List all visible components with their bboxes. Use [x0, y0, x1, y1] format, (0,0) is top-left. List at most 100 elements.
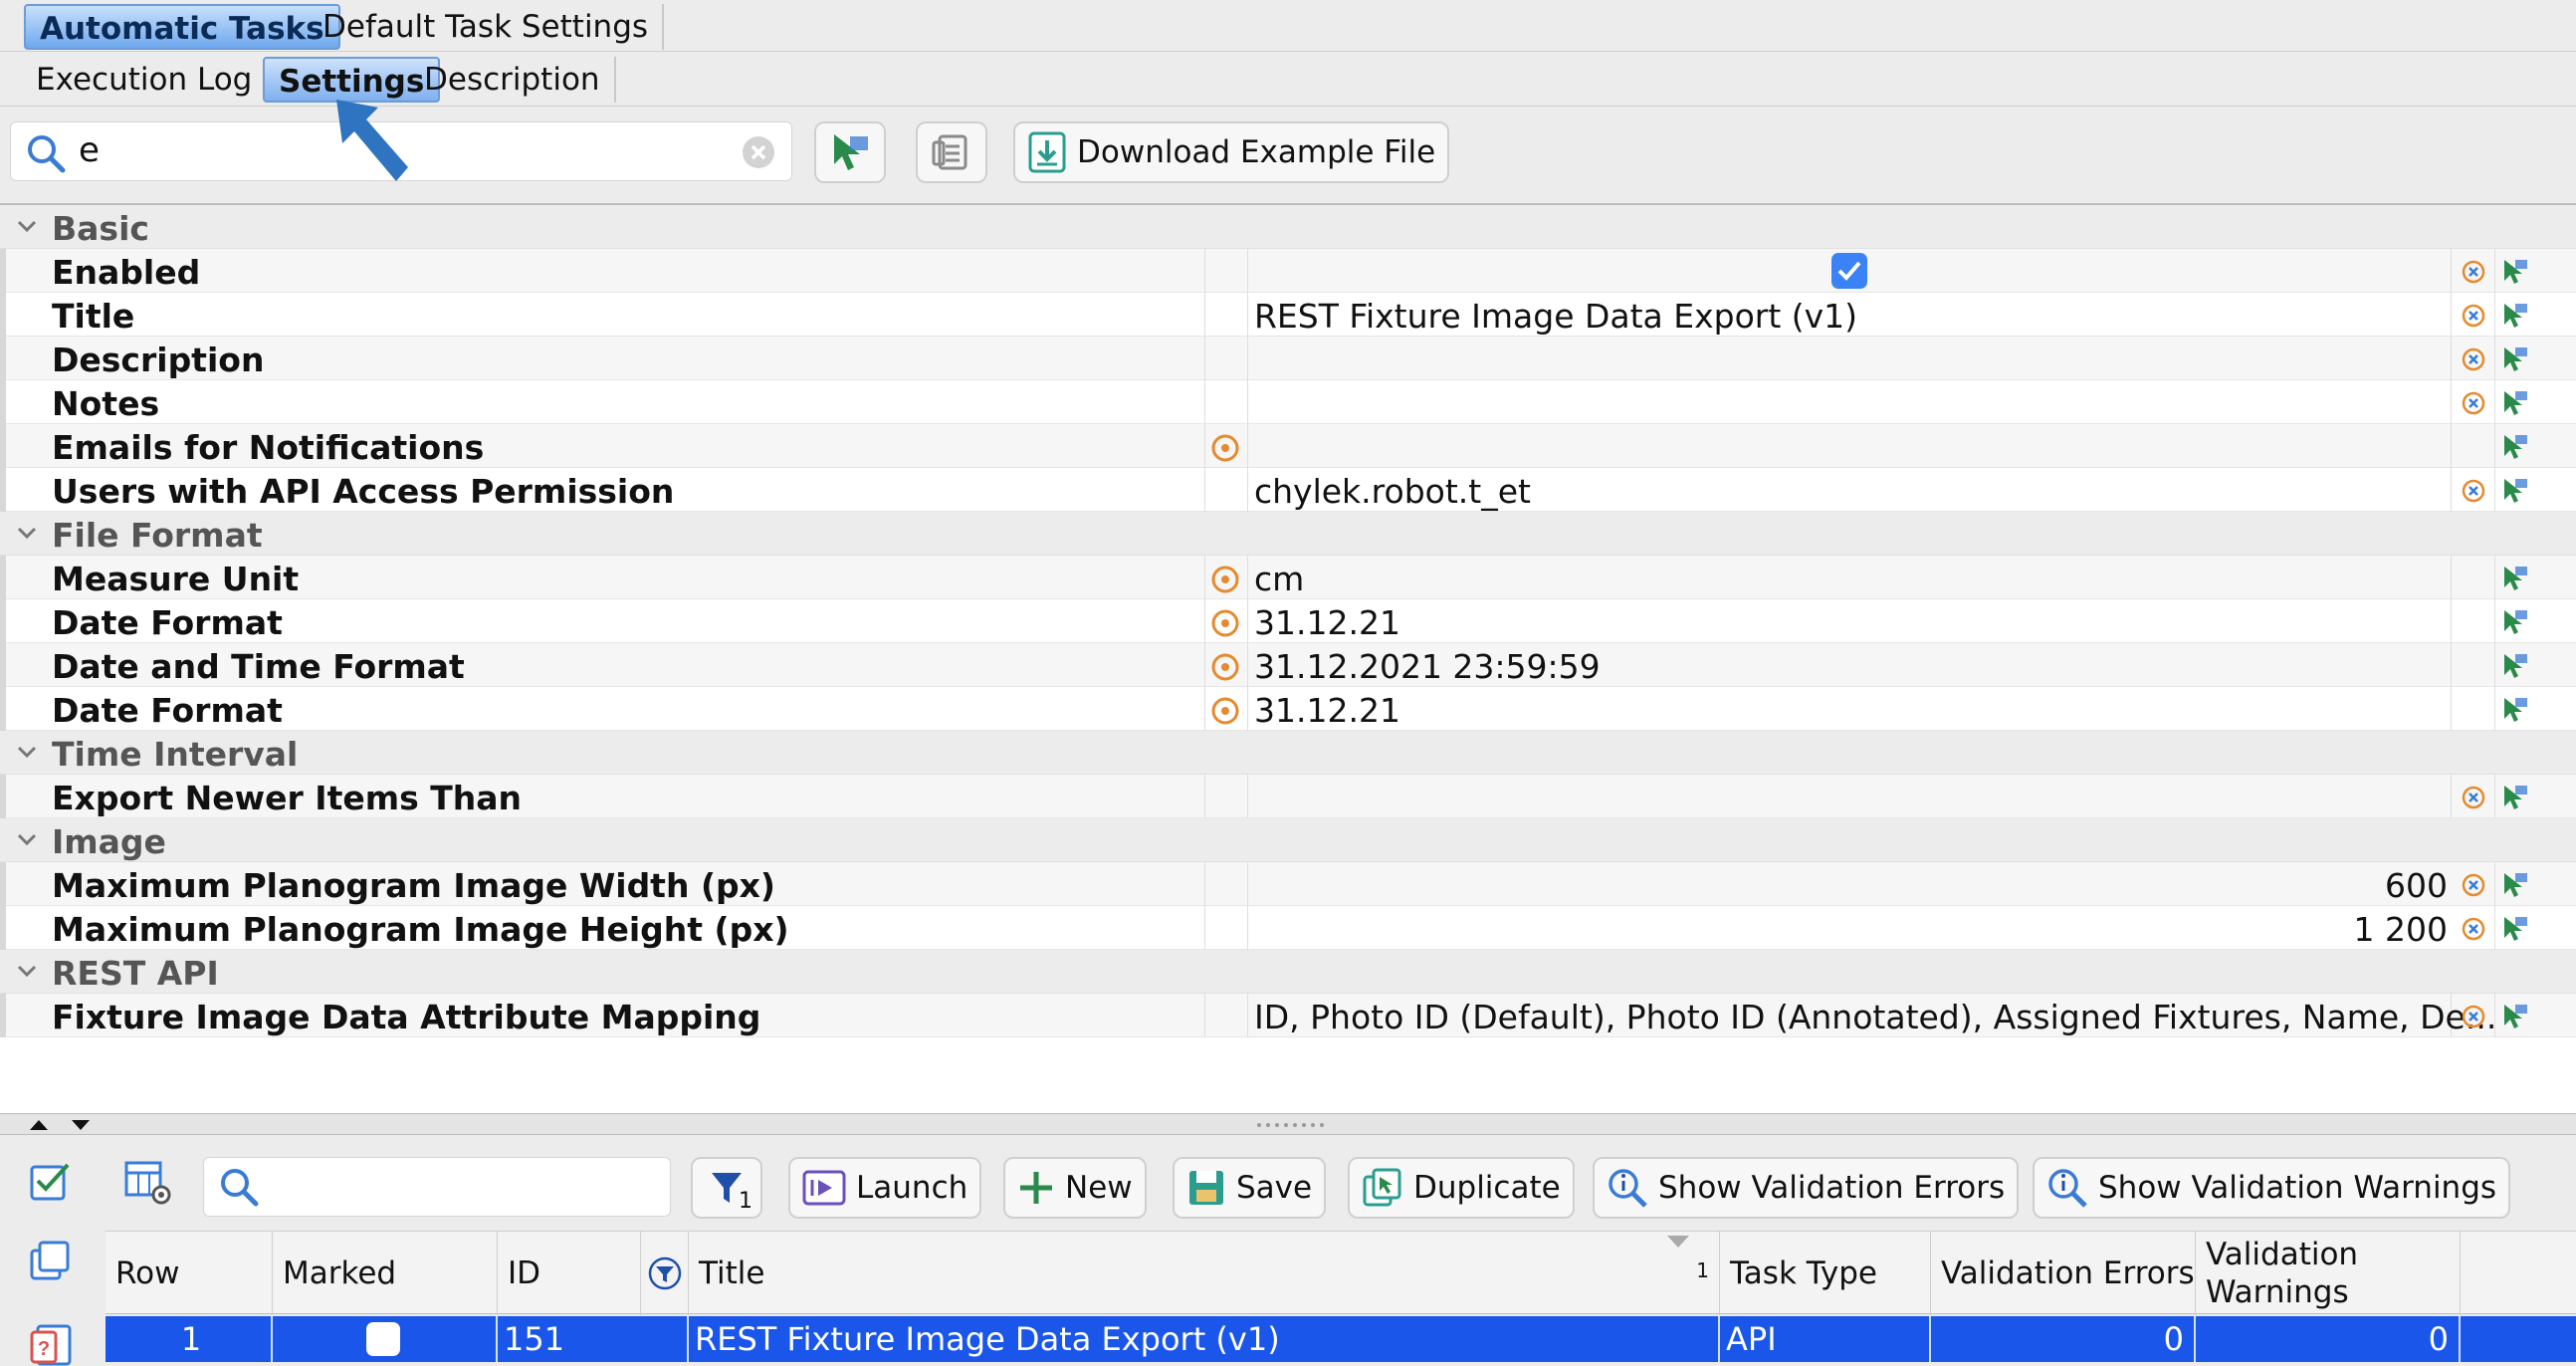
inherited-default-icon[interactable] — [1210, 652, 1240, 682]
property-value[interactable]: 600 — [2385, 866, 2448, 905]
property-row-description[interactable]: Description — [0, 337, 2576, 380]
cursor-flag-icon[interactable] — [2500, 651, 2530, 681]
column-header-row[interactable]: Row — [106, 1232, 273, 1315]
property-row-users-api[interactable]: Users with API Access Permission chylek.… — [0, 468, 2576, 512]
cursor-flag-icon[interactable] — [2500, 783, 2530, 812]
cell-marked[interactable] — [273, 1316, 498, 1362]
cursor-flag-icon[interactable] — [2500, 564, 2530, 593]
new-button[interactable]: New — [1003, 1157, 1147, 1219]
marked-checkbox[interactable] — [366, 1322, 400, 1356]
expand-up-icon[interactable] — [28, 1118, 50, 1132]
search-input[interactable]: e — [79, 130, 100, 170]
reset-value-icon[interactable] — [2461, 785, 2486, 810]
inherited-default-icon[interactable] — [1210, 696, 1240, 726]
reset-value-icon[interactable] — [2461, 303, 2486, 329]
drag-handle-icon[interactable] — [1256, 1122, 1328, 1128]
property-row-export-newer[interactable]: Export Newer Items Than — [0, 775, 2576, 818]
property-value[interactable]: chylek.robot.t_et — [1254, 472, 1531, 511]
save-button[interactable]: Save — [1173, 1157, 1327, 1219]
select-cursor-button[interactable] — [814, 121, 886, 183]
document-list-button[interactable] — [916, 121, 987, 183]
tab-automatic-tasks[interactable]: Automatic Tasks — [24, 4, 340, 50]
launch-button[interactable]: Launch — [788, 1157, 982, 1219]
panel-splitter[interactable] — [0, 1113, 2576, 1135]
property-value[interactable]: cm — [1254, 560, 1304, 598]
download-icon — [1027, 130, 1067, 174]
cursor-flag-icon[interactable] — [2500, 388, 2530, 418]
reset-value-icon[interactable] — [2461, 478, 2486, 504]
group-image[interactable]: Image — [0, 818, 2576, 862]
expand-down-icon[interactable] — [70, 1118, 92, 1132]
task-search-field[interactable] — [203, 1157, 671, 1217]
property-row-max-height[interactable]: Maximum Planogram Image Height (px) 1 20… — [0, 906, 2576, 950]
inherited-default-icon[interactable] — [1210, 433, 1240, 463]
column-filter-button[interactable] — [641, 1232, 689, 1315]
property-row-measure-unit[interactable]: Measure Unit cm — [0, 556, 2576, 599]
reset-value-icon[interactable] — [2461, 346, 2486, 372]
tab-default-task-settings[interactable]: Default Task Settings — [309, 4, 665, 50]
task-table-header: Row Marked ID Title 1 Task Type Validati… — [106, 1231, 2576, 1315]
column-header-validation-errors[interactable]: Validation Errors — [1931, 1232, 2196, 1315]
enabled-checkbox[interactable] — [1831, 253, 1867, 289]
chevron-down-icon[interactable] — [16, 828, 38, 850]
property-row-date-format[interactable]: Date Format 31.12.21 — [0, 599, 2576, 643]
property-row-title[interactable]: Title REST Fixture Image Data Export (v1… — [0, 293, 2576, 337]
cursor-flag-icon[interactable] — [2500, 870, 2530, 900]
property-row-max-width[interactable]: Maximum Planogram Image Width (px) 600 — [0, 862, 2576, 906]
property-value[interactable]: ID, Photo ID (Default), Photo ID (Annota… — [1254, 998, 2496, 1036]
inherited-default-icon[interactable] — [1210, 608, 1240, 638]
help-icon[interactable]: ? — [28, 1322, 74, 1366]
property-row-emails[interactable]: Emails for Notifications — [0, 424, 2576, 468]
property-row-date-time-format[interactable]: Date and Time Format 31.12.2021 23:59:59 — [0, 643, 2576, 687]
reset-value-icon[interactable] — [2461, 390, 2486, 416]
property-row-notes[interactable]: Notes — [0, 380, 2576, 424]
select-all-icon[interactable] — [28, 1159, 74, 1205]
group-file-format[interactable]: File Format — [0, 512, 2576, 556]
cursor-flag-icon[interactable] — [2500, 695, 2530, 725]
chevron-down-icon[interactable] — [16, 215, 38, 237]
property-row-attribute-mapping[interactable]: Fixture Image Data Attribute Mapping ID,… — [0, 994, 2576, 1037]
chevron-down-icon[interactable] — [16, 741, 38, 763]
column-header-task-type[interactable]: Task Type — [1720, 1232, 1931, 1315]
cursor-flag-icon[interactable] — [2500, 432, 2530, 462]
column-header-id[interactable]: ID — [498, 1232, 641, 1315]
download-example-file-button[interactable]: Download Example File — [1013, 121, 1450, 183]
reset-value-icon[interactable] — [2461, 872, 2486, 898]
cursor-flag-icon[interactable] — [2500, 257, 2530, 287]
property-value[interactable]: REST Fixture Image Data Export (v1) — [1254, 297, 1857, 336]
cursor-flag-icon[interactable] — [2500, 344, 2530, 374]
group-time-interval[interactable]: Time Interval — [0, 731, 2576, 775]
show-validation-errors-button[interactable]: Show Validation Errors — [1593, 1157, 2020, 1219]
copy-icon[interactable] — [28, 1239, 74, 1284]
column-header-validation-warnings[interactable]: Validation Warnings — [2196, 1232, 2461, 1315]
table-settings-icon[interactable] — [123, 1159, 171, 1205]
cursor-flag-icon[interactable] — [2500, 607, 2530, 637]
property-value[interactable]: 31.12.21 — [1254, 603, 1400, 642]
property-row-enabled[interactable]: Enabled — [0, 249, 2576, 293]
clear-search-icon[interactable] — [742, 135, 775, 169]
cursor-flag-icon[interactable] — [2500, 914, 2530, 944]
column-header-title[interactable]: Title 1 — [689, 1232, 1720, 1315]
chevron-down-icon[interactable] — [16, 960, 38, 982]
group-rest-api[interactable]: REST API — [0, 950, 2576, 994]
duplicate-button[interactable]: Duplicate — [1348, 1157, 1575, 1219]
property-value[interactable]: 31.12.2021 23:59:59 — [1254, 647, 1601, 686]
chevron-down-icon[interactable] — [16, 522, 38, 544]
tab-execution-log[interactable]: Execution Log — [22, 57, 269, 103]
filter-button[interactable]: 1 — [691, 1157, 762, 1219]
show-validation-warnings-button[interactable]: Show Validation Warnings — [2033, 1157, 2511, 1219]
property-row-date-format-2[interactable]: Date Format 31.12.21 — [0, 687, 2576, 731]
reset-value-icon[interactable] — [2461, 916, 2486, 942]
tab-description[interactable]: Description — [410, 57, 616, 103]
column-header-marked[interactable]: Marked — [273, 1232, 498, 1315]
cursor-flag-icon[interactable] — [2500, 301, 2530, 331]
cursor-flag-icon[interactable] — [2500, 1002, 2530, 1031]
cursor-flag-icon[interactable] — [2500, 476, 2530, 506]
reset-value-icon[interactable] — [2461, 259, 2486, 285]
property-value[interactable]: 1 200 — [2354, 910, 2448, 949]
table-row[interactable]: 1 151 REST Fixture Image Data Export (v1… — [106, 1316, 2576, 1362]
property-value[interactable]: 31.12.21 — [1254, 691, 1400, 730]
inherited-default-icon[interactable] — [1210, 565, 1240, 594]
reset-value-icon[interactable] — [2461, 1004, 2486, 1029]
group-basic[interactable]: Basic — [0, 205, 2576, 249]
